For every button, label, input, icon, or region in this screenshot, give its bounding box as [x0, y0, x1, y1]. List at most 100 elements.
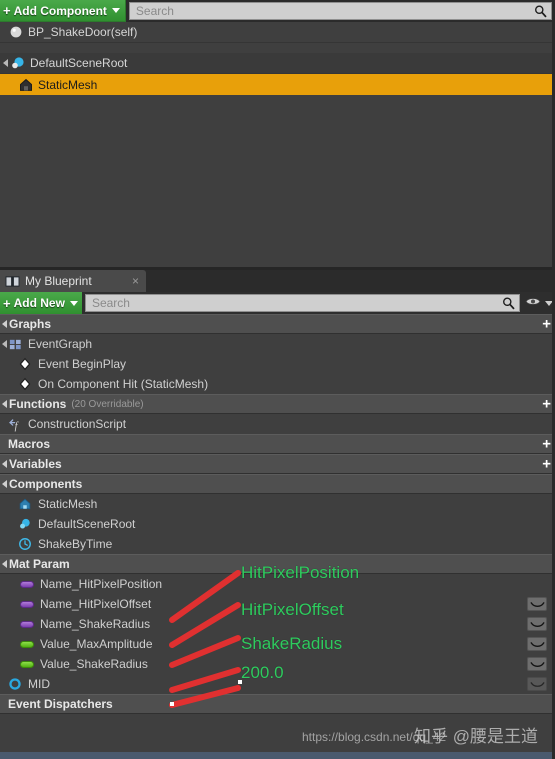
- list-item-label: Value_MaxAmplitude: [40, 637, 153, 651]
- section-header-macros[interactable]: Macros +: [0, 434, 555, 454]
- list-item-label: On Component Hit (StaticMesh): [38, 377, 209, 391]
- list-item-label: EventGraph: [28, 337, 93, 351]
- chevron-right-icon[interactable]: [2, 560, 7, 568]
- scene-root-icon: [18, 517, 33, 532]
- chevron-right-icon[interactable]: [2, 480, 7, 488]
- component-tree-row-defaultsceneroot[interactable]: DefaultSceneRoot: [0, 53, 555, 74]
- svg-text:f: f: [15, 421, 20, 432]
- static-mesh-icon: [18, 497, 33, 512]
- section-header-graphs[interactable]: Graphs +: [0, 314, 555, 334]
- list-item-value-maxamplitude[interactable]: Value_MaxAmplitude: [0, 634, 555, 654]
- add-graph-button[interactable]: +: [542, 317, 551, 332]
- section-title: Event Dispatchers: [8, 697, 113, 711]
- component-tree-row-self[interactable]: BP_ShakeDoor(self): [0, 22, 555, 43]
- section-title: Functions: [9, 397, 67, 411]
- section-header-functions[interactable]: Functions (20 Overridable) +: [0, 394, 555, 414]
- components-toolbar: + Add Component Search: [0, 0, 555, 22]
- my-blueprint-search-input[interactable]: Search: [84, 294, 520, 312]
- list-item-label: Name_ShakeRadius: [40, 617, 151, 631]
- list-item-on-component-hit[interactable]: On Component Hit (StaticMesh): [0, 374, 555, 394]
- visibility-options-button[interactable]: [523, 293, 555, 313]
- add-new-label: Add New: [13, 296, 65, 310]
- list-item-label: Event BeginPlay: [38, 357, 127, 371]
- section-title: Graphs: [9, 317, 52, 331]
- my-blueprint-toolbar: + Add New Search: [0, 292, 555, 314]
- eye-icon[interactable]: [527, 617, 547, 631]
- list-item-label: DefaultSceneRoot: [38, 517, 136, 531]
- section-header-mat-param[interactable]: Mat Param: [0, 554, 555, 574]
- section-header-components[interactable]: Components: [0, 474, 555, 494]
- event-node-icon: [18, 377, 33, 392]
- section-title: Variables: [9, 457, 62, 471]
- eye-icon[interactable]: [527, 657, 547, 671]
- my-blueprint-tabstrip: My Blueprint ×: [0, 270, 555, 292]
- my-blueprint-list: Graphs + EventGraph Event BeginPlay On C…: [0, 314, 555, 759]
- list-item-value-shakeradius[interactable]: Value_ShakeRadius: [0, 654, 555, 674]
- add-function-button[interactable]: +: [542, 397, 551, 412]
- list-item-mid[interactable]: MID: [0, 674, 555, 694]
- section-header-variables[interactable]: Variables +: [0, 454, 555, 474]
- list-item-label: Name_HitPixelOffset: [40, 597, 152, 611]
- add-variable-button[interactable]: +: [542, 457, 551, 472]
- list-item-name-shakeradius[interactable]: Name_ShakeRadius: [0, 614, 555, 634]
- eye-icon: [525, 294, 541, 312]
- section-title: Mat Param: [9, 557, 70, 571]
- event-node-icon: [18, 357, 33, 372]
- bottom-accent-strip: [0, 752, 555, 759]
- search-icon[interactable]: [534, 5, 547, 18]
- section-title: Components: [9, 477, 83, 491]
- object-ref-icon: [8, 677, 23, 692]
- name-variable-pill: [20, 580, 34, 588]
- float-variable-pill: [20, 660, 34, 668]
- chevron-down-icon: [69, 300, 78, 306]
- list-item-event-beginplay[interactable]: Event BeginPlay: [0, 354, 555, 374]
- eye-icon[interactable]: [527, 637, 547, 651]
- close-icon[interactable]: ×: [129, 274, 142, 288]
- unreal-blueprint-editor: + Add Component Search BP_ShakeDoor(self…: [0, 0, 555, 759]
- component-label: BP_ShakeDoor(self): [28, 25, 138, 39]
- event-graph-icon: [8, 337, 23, 352]
- tab-my-blueprint[interactable]: My Blueprint ×: [0, 270, 146, 292]
- tab-label: My Blueprint: [25, 274, 92, 288]
- chevron-right-icon[interactable]: [2, 460, 7, 468]
- eye-icon[interactable]: [527, 677, 547, 691]
- list-item-label: Value_ShakeRadius: [40, 657, 148, 671]
- static-mesh-icon: [18, 77, 34, 93]
- add-macro-button[interactable]: +: [542, 437, 551, 452]
- list-item-label: MID: [28, 677, 50, 691]
- name-variable-pill: [20, 600, 34, 608]
- list-item-name-hitpixelposition[interactable]: Name_HitPixelPosition: [0, 574, 555, 594]
- add-component-label: Add Component: [13, 3, 107, 18]
- list-item-name-hitpixeloffset[interactable]: Name_HitPixelOffset: [0, 594, 555, 614]
- list-item-shakebytime[interactable]: ShakeByTime: [0, 534, 555, 554]
- eye-icon[interactable]: [527, 597, 547, 611]
- chevron-right-icon[interactable]: [2, 400, 7, 408]
- add-component-button[interactable]: + Add Component: [0, 0, 126, 22]
- chevron-right-icon[interactable]: [2, 340, 7, 348]
- components-search-input[interactable]: Search: [128, 2, 552, 20]
- component-tree-row-staticmesh[interactable]: StaticMesh: [0, 74, 555, 95]
- list-item-staticmesh[interactable]: StaticMesh: [0, 494, 555, 514]
- name-variable-pill: [20, 620, 34, 628]
- add-new-button[interactable]: + Add New: [0, 292, 82, 314]
- component-label: DefaultSceneRoot: [30, 56, 128, 70]
- list-item-defaultsceneroot[interactable]: DefaultSceneRoot: [0, 514, 555, 534]
- section-header-event-dispatchers[interactable]: Event Dispatchers: [0, 694, 555, 714]
- search-icon[interactable]: [502, 297, 515, 310]
- components-search-placeholder: Search: [135, 4, 174, 18]
- my-blueprint-search-placeholder: Search: [91, 296, 130, 310]
- chevron-right-icon[interactable]: [2, 320, 7, 328]
- blueprint-book-icon: [5, 275, 20, 288]
- component-label: StaticMesh: [38, 77, 98, 92]
- components-empty-area: [0, 95, 555, 267]
- plus-icon: +: [3, 3, 11, 18]
- chevron-right-icon[interactable]: [3, 59, 8, 67]
- list-item-label: Name_HitPixelPosition: [40, 577, 163, 591]
- section-title: Macros: [8, 437, 51, 451]
- actor-sphere-icon: [8, 24, 24, 40]
- function-icon: f: [8, 417, 23, 432]
- timeline-clock-icon: [18, 537, 33, 552]
- list-item-eventgraph[interactable]: EventGraph: [0, 334, 555, 354]
- list-item-label: ConstructionScript: [28, 417, 127, 431]
- list-item-constructionscript[interactable]: f ConstructionScript: [0, 414, 555, 434]
